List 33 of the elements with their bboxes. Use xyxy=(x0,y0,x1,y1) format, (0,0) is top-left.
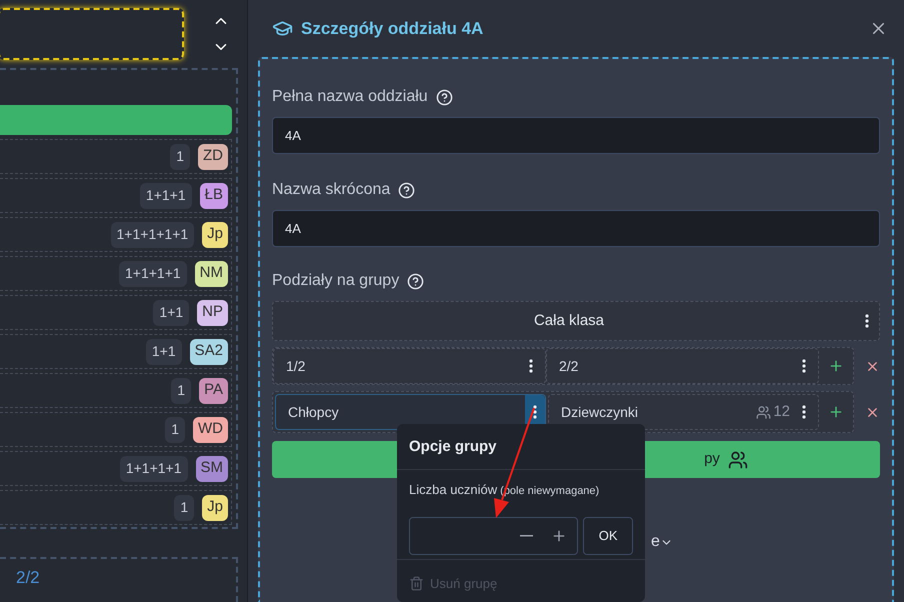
popover-title: Opcje grupy xyxy=(397,424,645,470)
count-pill: 1 xyxy=(170,144,190,170)
whole-class-label: Cała klasa xyxy=(532,310,606,331)
teacher-badge: WD xyxy=(193,416,228,442)
count-pill: 1+1 xyxy=(153,300,190,326)
group-name: Dziewczynki xyxy=(561,402,640,422)
teacher-badge: Jp xyxy=(202,494,228,520)
count-pill: 1+1 xyxy=(146,338,182,364)
group-name: Chłopcy xyxy=(288,402,340,422)
teacher-badge: PA xyxy=(199,378,228,404)
teacher-badge: NM xyxy=(194,260,228,286)
page-indicator: 2/2 xyxy=(16,568,40,587)
field-label: Nazwa skrócona xyxy=(272,180,390,200)
field-label: Liczba uczniów xyxy=(409,480,498,498)
student-count: 12 xyxy=(773,402,790,422)
field-label: Podziały na grupy xyxy=(272,271,400,291)
count-pill: 1+1+1+1 xyxy=(119,260,187,286)
teacher-badge: NP xyxy=(197,300,228,326)
group-name: 2/2 xyxy=(559,356,580,376)
count-pill: 1 xyxy=(174,494,194,520)
teacher-badge: ZD xyxy=(198,144,228,170)
teacher-badge: SA2 xyxy=(190,338,228,364)
count-pill: 1+1+1+1 xyxy=(120,456,188,482)
dialog-title: Szczegóły oddziału 4A xyxy=(301,18,484,40)
teacher-badge: Jp xyxy=(202,222,228,248)
field-label: Pełna nazwa oddziału xyxy=(272,87,428,107)
teacher-badge: SM xyxy=(196,456,228,482)
teacher-badge: ŁB xyxy=(200,182,228,208)
count-pill: 1+1+1 xyxy=(140,182,192,208)
group-name: 1/2 xyxy=(286,356,306,376)
count-pill: 1+1+1+1+1 xyxy=(110,222,194,248)
count-pill: 1 xyxy=(165,416,185,442)
count-pill: 1 xyxy=(171,378,192,404)
